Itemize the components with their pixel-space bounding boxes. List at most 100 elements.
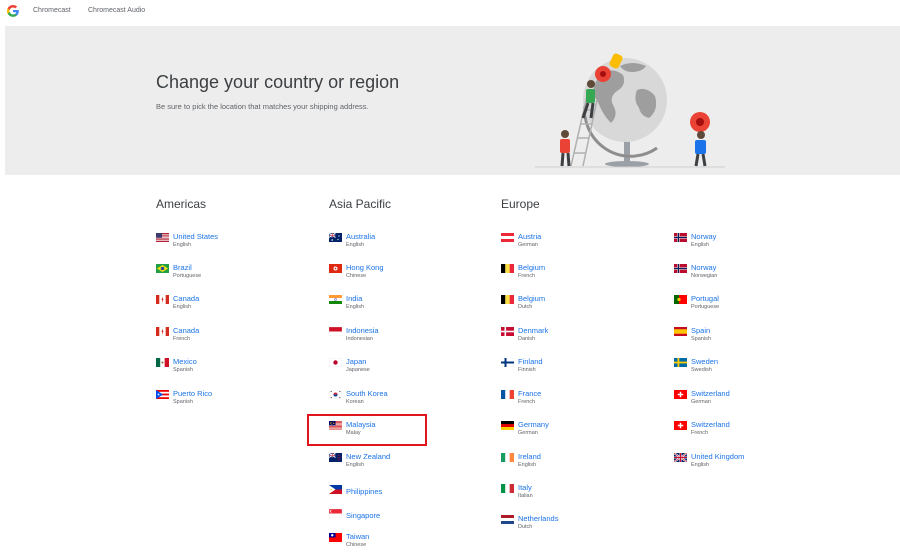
flag-us-icon [156, 233, 169, 242]
flag-be-icon [501, 295, 514, 304]
country-option-norway-norwegian[interactable]: Norway Norwegian [674, 263, 834, 287]
country-option-new-zealand-english[interactable]: New Zealand English [329, 452, 489, 476]
country-option-norway-english[interactable]: Norway English [674, 232, 834, 256]
country-name[interactable]: New Zealand [346, 452, 390, 461]
country-name[interactable]: Norway [691, 232, 716, 241]
country-name[interactable]: India [346, 294, 362, 303]
country-name[interactable]: Indonesia [346, 326, 379, 335]
country-language: Dutch [518, 304, 533, 310]
country-name[interactable]: Norway [691, 263, 716, 272]
flag-no-icon [674, 233, 687, 242]
country-language: French [173, 336, 191, 342]
country-option-hong-kong-chinese[interactable]: Hong Kong Chinese [329, 263, 489, 287]
country-option-sweden-swedish[interactable]: Sweden Swedish [674, 357, 834, 381]
nav-chromecast-link[interactable]: Chromecast [33, 7, 71, 14]
country-name[interactable]: Switzerland [691, 420, 730, 429]
country-language: Japanese [346, 367, 370, 373]
country-language: Norwegian [691, 273, 718, 279]
country-name[interactable]: Germany [518, 420, 549, 429]
country-option-belgium-french[interactable]: Belgium French [501, 263, 661, 287]
flag-es-icon [674, 327, 687, 336]
country-option-spain-spanish[interactable]: Spain Spanish [674, 326, 834, 350]
country-language: Chinese [346, 273, 367, 279]
country-name[interactable]: Denmark [518, 326, 548, 335]
country-name[interactable]: Belgium [518, 294, 545, 303]
country-option-united-states-english[interactable]: United States English [156, 232, 316, 256]
country-name[interactable]: Brazil [173, 263, 192, 272]
google-logo-icon[interactable] [6, 4, 20, 18]
country-name[interactable]: France [518, 389, 541, 398]
country-language: German [518, 242, 538, 248]
country-name[interactable]: Spain [691, 326, 710, 335]
country-name[interactable]: Australia [346, 232, 375, 241]
country-option-taiwan-chinese[interactable]: Taiwan Chinese [329, 532, 489, 556]
country-option-canada-english[interactable]: Canada English [156, 294, 316, 318]
country-option-ireland-english[interactable]: Ireland English [501, 452, 661, 476]
country-name[interactable]: Taiwan [346, 532, 369, 541]
country-option-south-korea-korean[interactable]: South Korea Korean [329, 389, 489, 413]
country-option-singapore[interactable]: Singapore [329, 508, 489, 532]
country-option-puerto-rico-spanish[interactable]: Puerto Rico Spanish [156, 389, 316, 413]
flag-pr-icon [156, 390, 169, 399]
country-name[interactable]: United States [173, 232, 218, 241]
country-name[interactable]: Mexico [173, 357, 197, 366]
country-language: Danish [518, 336, 536, 342]
country-language: English [346, 304, 365, 310]
country-language: Indonesian [346, 336, 373, 342]
country-name[interactable]: Ireland [518, 452, 541, 461]
country-language: French [518, 273, 536, 279]
region-heading-asia-pacific: Asia Pacific [329, 197, 392, 211]
country-option-australia-english[interactable]: Australia English [329, 232, 489, 256]
country-name[interactable]: Hong Kong [346, 263, 384, 272]
country-name[interactable]: Sweden [691, 357, 718, 366]
country-language: Swedish [691, 367, 712, 373]
country-option-philippines[interactable]: Philippines [329, 484, 489, 508]
country-option-denmark-danish[interactable]: Denmark Danish [501, 326, 661, 350]
flag-jp-icon [329, 358, 342, 367]
country-name[interactable]: South Korea [346, 389, 388, 398]
nav-chromecast-audio-link[interactable]: Chromecast Audio [88, 7, 145, 14]
country-name[interactable]: Philippines [346, 487, 382, 496]
country-name[interactable]: Switzerland [691, 389, 730, 398]
country-name[interactable]: Canada [173, 326, 199, 335]
country-option-mexico-spanish[interactable]: Mexico Spanish [156, 357, 316, 381]
country-name[interactable]: Portugal [691, 294, 719, 303]
country-name[interactable]: Canada [173, 294, 199, 303]
country-option-switzerland-french[interactable]: Switzerland French [674, 420, 834, 444]
flag-in-icon [329, 295, 342, 304]
flag-dk-icon [501, 327, 514, 336]
country-option-france-french[interactable]: France French [501, 389, 661, 413]
country-name[interactable]: Italy [518, 483, 532, 492]
country-option-austria-german[interactable]: Austria German [501, 232, 661, 256]
country-name[interactable]: Austria [518, 232, 541, 241]
country-option-switzerland-german[interactable]: Switzerland German [674, 389, 834, 413]
country-option-japan-japanese[interactable]: Japan Japanese [329, 357, 489, 381]
country-name[interactable]: Puerto Rico [173, 389, 212, 398]
country-option-india-english[interactable]: India English [329, 294, 489, 318]
country-option-italy-italian[interactable]: Italy Italian [501, 483, 661, 507]
country-option-germany-german[interactable]: Germany German [501, 420, 661, 444]
country-option-brazil-portuguese[interactable]: Brazil Portuguese [156, 263, 316, 287]
page-subtitle: Be sure to pick the location that matche… [156, 102, 369, 111]
country-option-canada-french[interactable]: Canada French [156, 326, 316, 350]
region-heading-europe: Europe [501, 197, 540, 211]
country-option-portugal-portuguese[interactable]: Portugal Portuguese [674, 294, 834, 318]
flag-de-icon [501, 421, 514, 430]
country-name[interactable]: Finland [518, 357, 543, 366]
flag-gb-icon [674, 453, 687, 462]
country-name[interactable]: Netherlands [518, 514, 558, 523]
country-option-belgium-dutch[interactable]: Belgium Dutch [501, 294, 661, 318]
country-language: German [691, 399, 711, 405]
country-language: Finnish [518, 367, 536, 373]
country-name[interactable]: Japan [346, 357, 366, 366]
country-option-indonesia-indonesian[interactable]: Indonesia Indonesian [329, 326, 489, 350]
country-option-united-kingdom-english[interactable]: United Kingdom English [674, 452, 834, 476]
country-language: English [346, 462, 365, 468]
country-name[interactable]: Singapore [346, 511, 380, 520]
flag-be-icon [501, 264, 514, 273]
country-name[interactable]: Belgium [518, 263, 545, 272]
country-option-finland-finnish[interactable]: Finland Finnish [501, 357, 661, 381]
country-option-netherlands-dutch[interactable]: Netherlands Dutch [501, 514, 661, 538]
country-name[interactable]: United Kingdom [691, 452, 744, 461]
country-language: Italian [518, 493, 533, 499]
